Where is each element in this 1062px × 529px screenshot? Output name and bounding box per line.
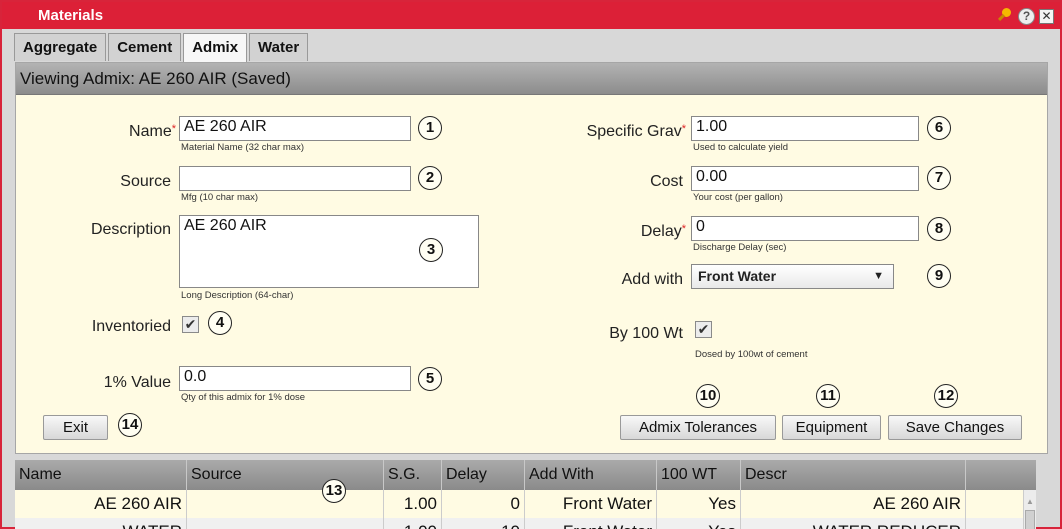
tab-cement[interactable]: Cement <box>108 33 182 61</box>
cell-addwith: Front Water <box>525 518 657 529</box>
one-percent-input[interactable]: 0.0 <box>179 366 411 391</box>
titlebar-controls: ? ✕ <box>996 7 1054 25</box>
admix-grid: Name Source S.G. Delay Add With 100 WT D… <box>15 460 1036 529</box>
material-tabs: Aggregate Cement Admix Water <box>14 33 310 62</box>
callout-11: 11 <box>816 384 840 408</box>
one-percent-hint: Qty of this admix for 1% dose <box>181 392 306 403</box>
cell-source <box>187 518 384 529</box>
grid-header: Name Source S.G. Delay Add With 100 WT D… <box>15 460 1036 490</box>
col-delay-header[interactable]: Delay <box>442 460 525 490</box>
name-hint: Material Name (32 char max) <box>181 142 305 153</box>
callout-9: 9 <box>927 264 951 288</box>
cost-label: Cost <box>650 173 683 190</box>
equipment-button[interactable]: Equipment <box>782 415 881 440</box>
callout-13: 13 <box>322 479 346 503</box>
scroll-up-icon[interactable]: ▲ <box>1026 497 1034 506</box>
by100-checkbox[interactable]: ✔ <box>695 321 712 338</box>
cell-delay: 0 <box>442 490 525 518</box>
specific-grav-label: Specific Grav* <box>586 123 686 140</box>
cell-delay: 10 <box>442 518 525 529</box>
required-mark: * <box>681 223 686 235</box>
inventoried-label: Inventoried <box>91 318 171 335</box>
callout-12: 12 <box>934 384 958 408</box>
callout-6: 6 <box>927 116 951 140</box>
add-with-select[interactable]: Front Water ▼ <box>691 264 894 289</box>
description-label: Description <box>90 221 171 238</box>
callout-1: 1 <box>418 116 442 140</box>
window-titlebar: Materials ? ✕ <box>2 2 1060 29</box>
pin-icon[interactable] <box>996 7 1014 25</box>
callout-4: 4 <box>208 311 232 335</box>
table-row[interactable]: WATER 1.00 10 Front Water Yes WATER REDU… <box>15 518 1023 529</box>
callout-7: 7 <box>927 166 951 190</box>
tab-water[interactable]: Water <box>249 33 309 61</box>
materials-window: Materials ? ✕ Aggregate Cement Admix Wat… <box>0 0 1062 529</box>
help-icon[interactable]: ? <box>1018 7 1035 25</box>
admix-tolerances-button[interactable]: Admix Tolerances <box>620 415 776 440</box>
name-input[interactable]: AE 260 AIR <box>179 116 411 141</box>
callout-14: 14 <box>118 413 142 437</box>
by100-label: By 100 Wt <box>609 325 683 342</box>
col-addwith-header[interactable]: Add With <box>525 460 657 490</box>
tab-aggregate[interactable]: Aggregate <box>14 33 107 61</box>
col-source-header[interactable]: Source <box>187 460 384 490</box>
required-mark: * <box>171 123 176 135</box>
tab-admix[interactable]: Admix <box>183 33 248 62</box>
cost-input[interactable]: 0.00 <box>691 166 919 191</box>
callout-8: 8 <box>927 217 951 241</box>
table-row[interactable]: AE 260 AIR 1.00 0 Front Water Yes AE 260… <box>15 490 1023 518</box>
source-hint: Mfg (10 char max) <box>181 192 259 203</box>
cell-addwith: Front Water <box>525 490 657 518</box>
col-name-header[interactable]: Name <box>15 460 187 490</box>
grid-scrollbar[interactable]: ▲ <box>1023 490 1036 529</box>
cell-100wt: Yes <box>657 490 741 518</box>
required-mark: * <box>681 123 686 135</box>
admix-panel: Viewing Admix: AE 260 AIR (Saved) Name* … <box>15 62 1048 454</box>
delay-input[interactable]: 0 <box>691 216 919 241</box>
description-hint: Long Description (64-char) <box>181 290 294 301</box>
callout-5: 5 <box>418 367 442 391</box>
col-sg-header[interactable]: S.G. <box>384 460 442 490</box>
callout-10: 10 <box>696 384 720 408</box>
close-icon[interactable]: ✕ <box>1039 8 1054 24</box>
callout-2: 2 <box>418 166 442 190</box>
specific-grav-input[interactable]: 1.00 <box>691 116 919 141</box>
col-extra-header <box>966 460 1036 490</box>
cell-descr: AE 260 AIR <box>741 490 966 518</box>
exit-button[interactable]: Exit <box>43 415 108 440</box>
delay-label: Delay* <box>640 223 686 240</box>
cell-name: WATER <box>15 518 187 529</box>
delay-hint: Discharge Delay (sec) <box>693 242 787 253</box>
one-percent-label: 1% Value <box>103 374 171 391</box>
cost-hint: Your cost (per gallon) <box>693 192 783 203</box>
source-label: Source <box>120 173 171 190</box>
col-100wt-header[interactable]: 100 WT <box>657 460 741 490</box>
source-input[interactable] <box>179 166 411 191</box>
col-descr-header[interactable]: Descr <box>741 460 966 490</box>
window-title: Materials <box>38 7 104 24</box>
chevron-down-icon: ▼ <box>873 270 884 282</box>
panel-header: Viewing Admix: AE 260 AIR (Saved) <box>16 63 1047 95</box>
add-with-value: Front Water <box>698 268 777 284</box>
by100-hint: Dosed by 100wt of cement <box>695 349 808 360</box>
cell-100wt: Yes <box>657 518 741 529</box>
cell-source <box>187 490 384 518</box>
cell-sg: 1.00 <box>384 518 442 529</box>
add-with-label: Add with <box>621 271 683 288</box>
save-changes-button[interactable]: Save Changes <box>888 415 1022 440</box>
name-label: Name* <box>129 123 176 140</box>
inventoried-checkbox[interactable]: ✔ <box>182 316 199 333</box>
callout-3: 3 <box>419 238 443 262</box>
cell-sg: 1.00 <box>384 490 442 518</box>
specific-grav-hint: Used to calculate yield <box>693 142 789 153</box>
cell-descr: WATER REDUCER <box>741 518 966 529</box>
scroll-thumb[interactable] <box>1025 510 1035 529</box>
cell-name: AE 260 AIR <box>15 490 187 518</box>
